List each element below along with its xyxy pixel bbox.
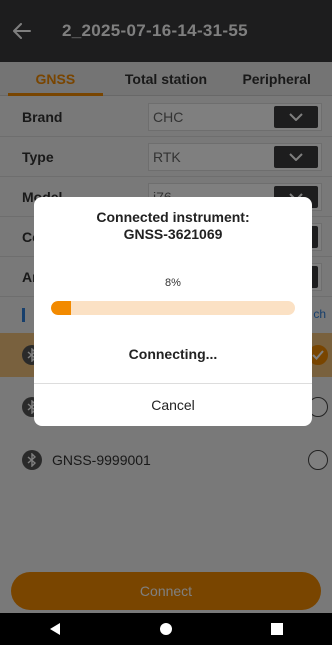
nav-recents-icon[interactable] bbox=[271, 623, 283, 635]
nav-back-icon[interactable] bbox=[49, 622, 61, 636]
dialog-title-line2: GNSS-3621069 bbox=[123, 226, 223, 242]
system-nav-bar bbox=[0, 613, 332, 645]
dialog-title-line1: Connected instrument: bbox=[96, 209, 250, 225]
progress-fill bbox=[51, 301, 71, 315]
connection-status: Connecting... bbox=[128, 346, 218, 362]
nav-home-icon[interactable] bbox=[159, 622, 173, 636]
cancel-button[interactable]: Cancel bbox=[34, 384, 312, 426]
progress-percent: 8% bbox=[165, 277, 181, 289]
dialog-title: Connected instrument: GNSS-3621069 bbox=[34, 209, 312, 243]
connecting-dialog: Connected instrument: GNSS-3621069 8% Co… bbox=[34, 197, 312, 426]
progress-bar bbox=[51, 301, 295, 315]
